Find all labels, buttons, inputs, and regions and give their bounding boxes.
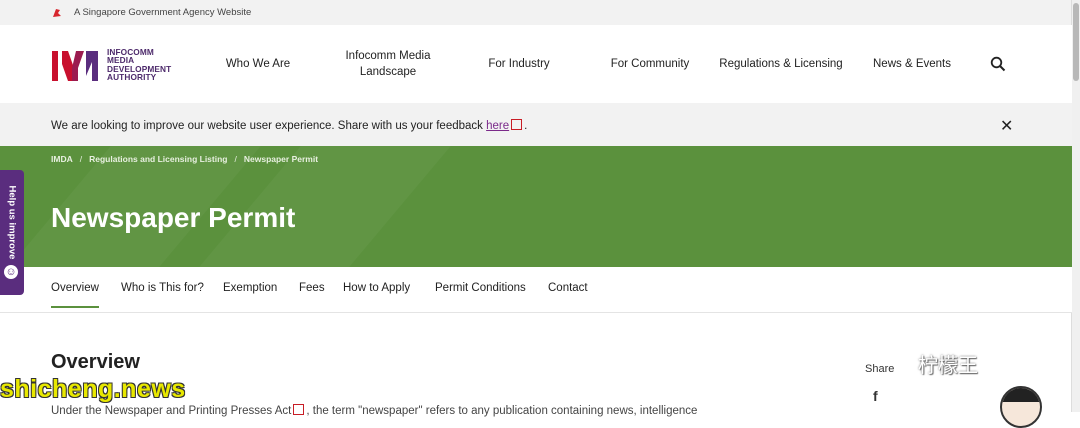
page-hero: IMDA / Regulations and Licensing Listing / N… xyxy=(0,146,1072,267)
breadcrumb-regulations-listing[interactable]: Regulations and Licensing Listing xyxy=(89,154,227,164)
breadcrumb-separator: / xyxy=(234,154,237,164)
gov-banner: A Singapore Government Agency Website xyxy=(0,0,1072,25)
gov-banner-text: A Singapore Government Agency Website xyxy=(74,7,252,18)
help-us-improve-label: Help us improve xyxy=(6,185,18,260)
feedback-link[interactable]: here xyxy=(486,120,509,132)
scrollbar-thumb[interactable] xyxy=(1073,3,1079,81)
tab-overview[interactable]: Overview xyxy=(51,282,99,308)
share-label: Share xyxy=(865,363,895,375)
facebook-icon[interactable]: f xyxy=(873,388,878,404)
breadcrumb: IMDA / Regulations and Licensing Listing / N… xyxy=(51,154,318,164)
nav-infocomm-media-landscape[interactable]: Infocomm Media Landscape xyxy=(333,25,443,103)
watermark-site: shicheng.news xyxy=(0,375,186,403)
imda-logo[interactable]: INFOCOMM MEDIA DEVELOPMENT AUTHORITY xyxy=(51,48,191,82)
imda-logo-mark xyxy=(52,51,98,81)
avatar-hair xyxy=(1002,388,1040,402)
avatar xyxy=(1000,386,1042,428)
nav-regulations-licensing[interactable]: Regulations & Licensing xyxy=(712,25,850,103)
scrollbar[interactable] xyxy=(1071,0,1080,412)
tab-fees[interactable]: Fees xyxy=(299,282,325,294)
tab-how-to-apply[interactable]: How to Apply xyxy=(343,282,410,294)
imda-logo-text: INFOCOMM MEDIA DEVELOPMENT AUTHORITY xyxy=(107,48,171,82)
section-tabs: Overview Who is This for? Exemption Fees… xyxy=(0,267,1072,313)
logo-line: AUTHORITY xyxy=(107,72,157,83)
singapore-lion-icon xyxy=(53,9,61,17)
help-us-improve-button[interactable]: Help us improve ☺ xyxy=(0,170,24,295)
nav-who-we-are[interactable]: Who We Are xyxy=(212,25,304,103)
paragraph-text: , the term "newspaper" refers to any pub… xyxy=(306,405,698,417)
close-icon[interactable]: ✕ xyxy=(1000,116,1013,136)
nav-for-community[interactable]: For Community xyxy=(600,25,700,103)
search-icon[interactable] xyxy=(990,56,1006,72)
watermark-author: 柠檬王 xyxy=(918,355,978,377)
smiley-icon: ☺ xyxy=(4,265,18,279)
site-header: INFOCOMM MEDIA DEVELOPMENT AUTHORITY Who… xyxy=(0,25,1072,103)
page-title: Newspaper Permit xyxy=(51,202,296,233)
feedback-text: We are looking to improve our website us… xyxy=(51,120,483,132)
overview-heading: Overview xyxy=(51,351,140,373)
tab-who-is-this-for[interactable]: Who is This for? xyxy=(121,282,204,294)
breadcrumb-home[interactable]: IMDA xyxy=(51,154,73,164)
overview-paragraph: Under the Newspaper and Printing Presses… xyxy=(51,403,697,417)
tab-permit-conditions[interactable]: Permit Conditions xyxy=(435,282,526,294)
breadcrumb-separator: / xyxy=(79,154,83,164)
nav-for-industry[interactable]: For Industry xyxy=(474,25,564,103)
breadcrumb-current: Newspaper Permit xyxy=(243,154,319,164)
paragraph-text: Under the Newspaper and Printing Presses… xyxy=(51,405,292,417)
tab-contact[interactable]: Contact xyxy=(548,282,588,294)
external-link-icon[interactable] xyxy=(293,404,305,415)
feedback-banner: We are looking to improve our website us… xyxy=(0,103,1072,146)
feedback-message: We are looking to improve our website us… xyxy=(51,118,527,132)
feedback-period: . xyxy=(524,120,528,132)
external-link-icon xyxy=(511,119,523,130)
tab-exemption[interactable]: Exemption xyxy=(223,282,277,294)
nav-news-events[interactable]: News & Events xyxy=(866,25,958,103)
